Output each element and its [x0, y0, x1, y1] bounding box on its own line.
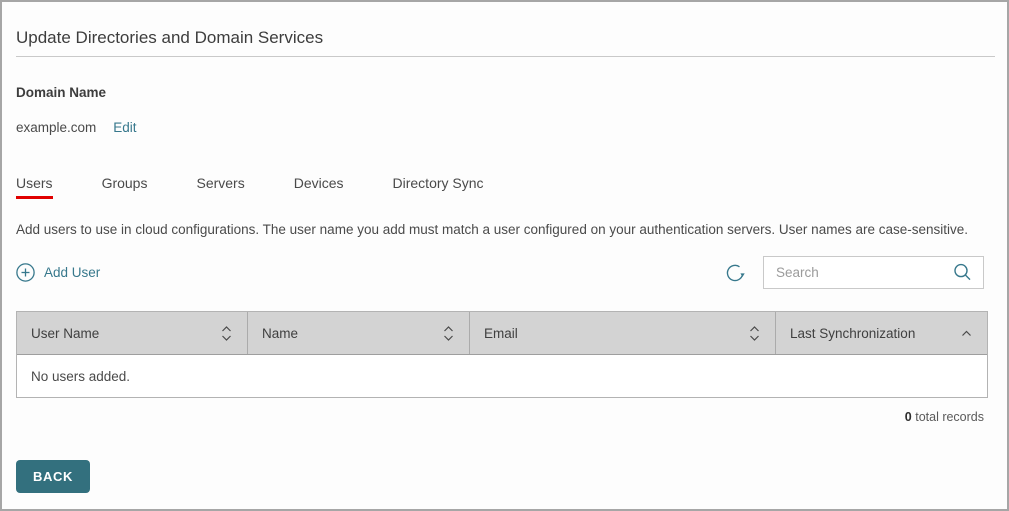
edit-domain-link[interactable]: Edit: [113, 120, 136, 135]
back-button[interactable]: BACK: [16, 460, 90, 493]
column-header-user-name[interactable]: User Name: [17, 312, 247, 354]
sort-asc-icon: [960, 325, 973, 342]
page-title: Update Directories and Domain Services: [16, 27, 995, 57]
sort-icon: [220, 325, 233, 342]
column-label: Last Synchronization: [790, 325, 916, 341]
domain-name-label: Domain Name: [16, 85, 107, 100]
refresh-icon[interactable]: [724, 262, 746, 284]
tab-bar: Users Groups Servers Devices Directory S…: [16, 175, 1007, 199]
sort-icon: [748, 325, 761, 342]
column-label: Name: [262, 325, 299, 341]
column-header-last-synchronization[interactable]: Last Synchronization: [775, 312, 987, 354]
tab-groups[interactable]: Groups: [102, 175, 148, 199]
toolbar: Add User: [16, 256, 984, 289]
search-box: [763, 256, 984, 289]
update-directories-page: Update Directories and Domain Services D…: [0, 0, 1009, 511]
column-header-name[interactable]: Name: [247, 312, 469, 354]
empty-table-row: No users added.: [17, 355, 987, 397]
search-icon[interactable]: [952, 262, 973, 283]
tab-devices[interactable]: Devices: [294, 175, 344, 199]
table-header-row: User Name Name Email Last Synchronizatio…: [17, 312, 987, 355]
search-input[interactable]: [776, 265, 952, 280]
domain-name-value: example.com: [16, 120, 97, 135]
column-label: User Name: [31, 325, 100, 341]
total-records-label: total records: [915, 410, 984, 424]
tab-description: Add users to use in cloud configurations…: [16, 222, 969, 237]
tab-users[interactable]: Users: [16, 175, 53, 199]
add-user-label: Add User: [44, 265, 101, 280]
column-header-email[interactable]: Email: [469, 312, 775, 354]
domain-name-row: example.com Edit: [16, 120, 1007, 135]
toolbar-right: [724, 256, 984, 289]
sort-icon: [442, 325, 455, 342]
total-records: 0 total records: [2, 410, 984, 424]
column-label: Email: [484, 325, 518, 341]
empty-message: No users added.: [31, 368, 131, 384]
tab-servers[interactable]: Servers: [196, 175, 244, 199]
plus-circle-icon: [16, 263, 35, 282]
total-records-count: 0: [904, 410, 912, 424]
users-table: User Name Name Email Last Synchronizatio…: [16, 311, 988, 398]
add-user-button[interactable]: Add User: [16, 263, 100, 282]
tab-directory-sync[interactable]: Directory Sync: [393, 175, 484, 199]
